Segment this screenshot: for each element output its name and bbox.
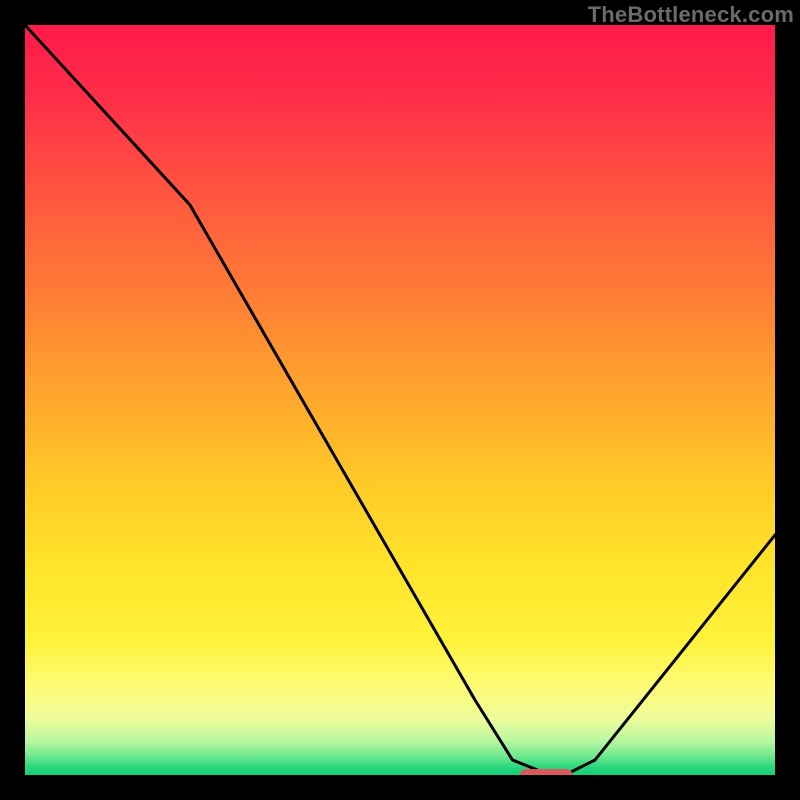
watermark-text: TheBottleneck.com <box>588 2 794 28</box>
chart-svg <box>25 25 775 775</box>
optimal-marker <box>520 769 573 775</box>
plot-area <box>25 25 775 775</box>
chart-frame: TheBottleneck.com <box>0 0 800 800</box>
gradient-background <box>25 25 775 775</box>
